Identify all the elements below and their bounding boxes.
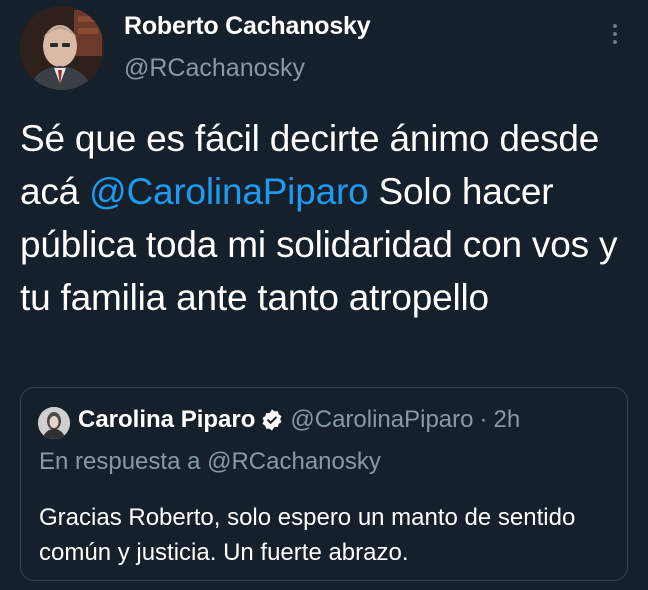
- mention-link[interactable]: @CarolinaPiparo: [89, 171, 369, 212]
- reply-prefix: En respuesta a: [39, 448, 208, 475]
- quoted-tweet-header: Carolina Piparo @CarolinaPiparo · 2h: [78, 406, 520, 434]
- tweet-text: Sé que es fácil decirte ánimo desde acá …: [20, 112, 630, 324]
- quoted-tweet-time[interactable]: 2h: [494, 406, 521, 434]
- reply-context: En respuesta a @RCachanosky: [39, 448, 381, 476]
- quoted-author-name[interactable]: Carolina Piparo: [78, 406, 255, 434]
- author-avatar-image: [20, 6, 104, 90]
- author-avatar[interactable]: [20, 6, 104, 90]
- quoted-author-handle[interactable]: @CarolinaPiparo: [290, 406, 473, 434]
- verified-badge-icon: [262, 409, 282, 431]
- dot-separator: ·: [479, 406, 488, 433]
- quoted-tweet-text: Gracias Roberto, solo espero un manto de…: [39, 504, 576, 566]
- reply-to-handle[interactable]: @RCachanosky: [207, 448, 381, 475]
- author-handle[interactable]: @RCachanosky: [124, 54, 305, 83]
- tweet-card: Roberto Cachanosky @RCachanosky Sé que e…: [0, 0, 648, 590]
- quoted-tweet[interactable]: Carolina Piparo @CarolinaPiparo · 2h En …: [20, 387, 628, 581]
- author-name[interactable]: Roberto Cachanosky: [124, 12, 371, 41]
- more-vertical-icon[interactable]: [600, 14, 630, 54]
- quoted-author-avatar-image: [38, 407, 70, 439]
- quoted-author-avatar[interactable]: [38, 407, 70, 439]
